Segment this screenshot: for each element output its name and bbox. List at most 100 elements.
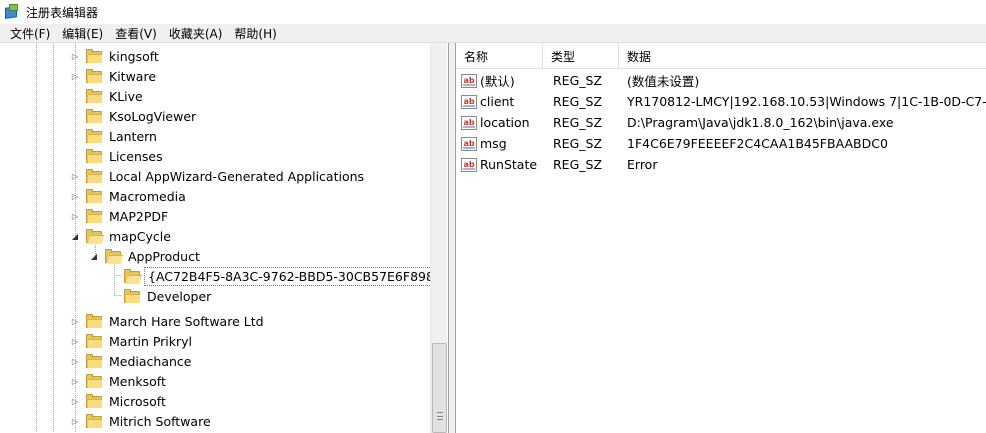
expand-arrow-icon[interactable]: ▷: [70, 336, 80, 346]
value-type: REG_SZ: [553, 115, 603, 130]
menu-view[interactable]: 查看(V): [109, 25, 163, 42]
folder-icon: [86, 149, 102, 163]
folder-icon: [86, 209, 102, 223]
tree-node-label: March Hare Software Ltd: [109, 313, 264, 329]
menu-file[interactable]: 文件(F): [4, 25, 56, 42]
list-row[interactable]: ab msg REG_SZ 1F4C6E79FEEEEF2C4CAA1B45FB…: [456, 133, 986, 154]
value-type: REG_SZ: [553, 136, 603, 151]
collapse-arrow-icon[interactable]: ◢: [70, 231, 80, 241]
column-header-type[interactable]: 类型: [543, 43, 619, 69]
folder-icon: [86, 109, 102, 123]
expand-arrow-icon[interactable]: ▷: [70, 416, 80, 426]
title-bar: 注册表编辑器: [0, 0, 986, 24]
menu-edit[interactable]: 编辑(E): [56, 25, 109, 42]
string-value-icon: ab: [461, 136, 477, 151]
value-name: msg: [480, 136, 507, 151]
folder-icon: [86, 314, 102, 328]
tree-node[interactable]: ▷ Martin Prikryl: [70, 331, 195, 351]
menu-help[interactable]: 帮助(H): [228, 25, 282, 42]
value-type: REG_SZ: [553, 94, 603, 109]
tree-node-label: AppProduct: [128, 248, 200, 264]
expand-arrow-icon[interactable]: ▷: [70, 316, 80, 326]
values-list[interactable]: 名称 类型 数据 ab (默认) REG_SZ (数值未设置) ab clien…: [455, 43, 986, 433]
list-row[interactable]: ab (默认) REG_SZ (数值未设置): [456, 70, 986, 91]
expand-arrow-icon[interactable]: ▷: [70, 171, 80, 181]
folder-icon: [86, 49, 102, 63]
folder-icon: [86, 189, 102, 203]
tree-node[interactable]: ▷ Microsoft: [70, 391, 169, 411]
tree-node[interactable]: Lantern: [70, 126, 160, 146]
list-row[interactable]: ab RunState REG_SZ Error: [456, 154, 986, 175]
tree-node-label: Licenses: [109, 148, 163, 164]
expand-arrow-icon[interactable]: ▷: [70, 211, 80, 221]
tree-node-label: Mitrich Software: [109, 413, 211, 429]
tree-node[interactable]: ▷ Kitware: [70, 66, 159, 86]
tree-node[interactable]: ▷ Mitrich Software: [70, 411, 214, 431]
column-header-name[interactable]: 名称: [456, 43, 543, 69]
tree-node[interactable]: ▷ March Hare Software Ltd: [70, 311, 267, 331]
expand-arrow-icon[interactable]: ▷: [70, 396, 80, 406]
tree-node-label: KLive: [109, 88, 143, 104]
tree-node-label: Developer: [147, 288, 212, 304]
tree-node[interactable]: ▷ Mediachance: [70, 351, 194, 371]
value-name: client: [480, 94, 515, 109]
tree-node-label: Microsoft: [109, 393, 166, 409]
tree-node[interactable]: ▷ kingsoft: [70, 46, 162, 66]
value-name-cell: ab RunState: [461, 154, 549, 175]
folder-icon: [86, 414, 102, 428]
expand-arrow-icon[interactable]: ▷: [70, 191, 80, 201]
value-name: location: [480, 115, 530, 130]
tree-connector-lines: [36, 43, 122, 433]
tree-node-selected[interactable]: {AC72B4F5-8A3C-9762-BBD5-30CB57E6F898}: [108, 266, 446, 286]
open-folder-icon: [124, 269, 143, 284]
expand-arrow-icon[interactable]: ▷: [70, 51, 80, 61]
menu-bar: 文件(F) 编辑(E) 查看(V) 收藏夹(A) 帮助(H): [0, 24, 986, 43]
column-header-data[interactable]: 数据: [619, 43, 986, 69]
tree-node[interactable]: KLive: [70, 86, 146, 106]
collapse-arrow-icon[interactable]: ◢: [89, 251, 99, 261]
tree-node[interactable]: Licenses: [70, 146, 166, 166]
tree-node[interactable]: ◢ mapCycle: [70, 226, 174, 246]
tree-node-label: kingsoft: [109, 48, 159, 64]
value-type: REG_SZ: [553, 157, 603, 172]
value-data: (数值未设置): [627, 74, 700, 89]
window-title: 注册表编辑器: [26, 5, 99, 20]
tree-node-label: Kitware: [109, 68, 157, 84]
string-value-icon: ab: [461, 94, 477, 109]
tree-node[interactable]: Developer: [108, 286, 214, 306]
expand-arrow-icon[interactable]: ▷: [70, 356, 80, 366]
open-folder-icon: [105, 249, 124, 264]
value-name-cell: ab client: [461, 91, 549, 112]
scroll-thumb[interactable]: [432, 343, 447, 433]
tree-node-label: Macromedia: [109, 188, 186, 204]
folder-icon: [86, 334, 102, 348]
tree-node[interactable]: ▷ MAP2PDF: [70, 206, 171, 226]
tree-node[interactable]: ◢ AppProduct: [89, 246, 203, 266]
registry-tree[interactable]: ▷ kingsoft ▷ Kitware KLive KsoLogViewer …: [0, 43, 449, 433]
folder-icon: [86, 169, 102, 183]
expand-arrow-icon[interactable]: ▷: [70, 376, 80, 386]
expand-arrow-icon[interactable]: ▷: [70, 71, 80, 81]
tree-node[interactable]: ▷ Local AppWizard-Generated Applications: [70, 166, 367, 186]
list-row[interactable]: ab client REG_SZ YR170812-LMCY|192.168.1…: [456, 91, 986, 112]
value-name: (默认): [480, 74, 515, 89]
string-value-icon: ab: [461, 157, 477, 172]
tree-node-label: Local AppWizard-Generated Applications: [109, 168, 365, 184]
menu-favorites[interactable]: 收藏夹(A): [163, 25, 229, 42]
tree-node[interactable]: KsoLogViewer: [70, 106, 199, 126]
list-header: 名称 类型 数据: [456, 43, 986, 69]
value-name: RunState: [480, 157, 538, 172]
value-name-cell: ab location: [461, 112, 549, 133]
tree-scrollbar[interactable]: [430, 43, 447, 433]
folder-icon: [86, 129, 102, 143]
folder-icon: [86, 394, 102, 408]
value-data: Error: [627, 157, 658, 172]
value-data: D:\Pragram\Java\jdk1.8.0_162\bin\java.ex…: [627, 115, 894, 130]
tree-node-label: Mediachance: [109, 353, 192, 369]
value-name-cell: ab (默认): [461, 70, 549, 91]
folder-icon: [86, 89, 102, 103]
list-row[interactable]: ab location REG_SZ D:\Pragram\Java\jdk1.…: [456, 112, 986, 133]
tree-node[interactable]: ▷ Macromedia: [70, 186, 189, 206]
tree-node[interactable]: ▷ Menksoft: [70, 371, 169, 391]
open-folder-icon: [86, 229, 105, 244]
